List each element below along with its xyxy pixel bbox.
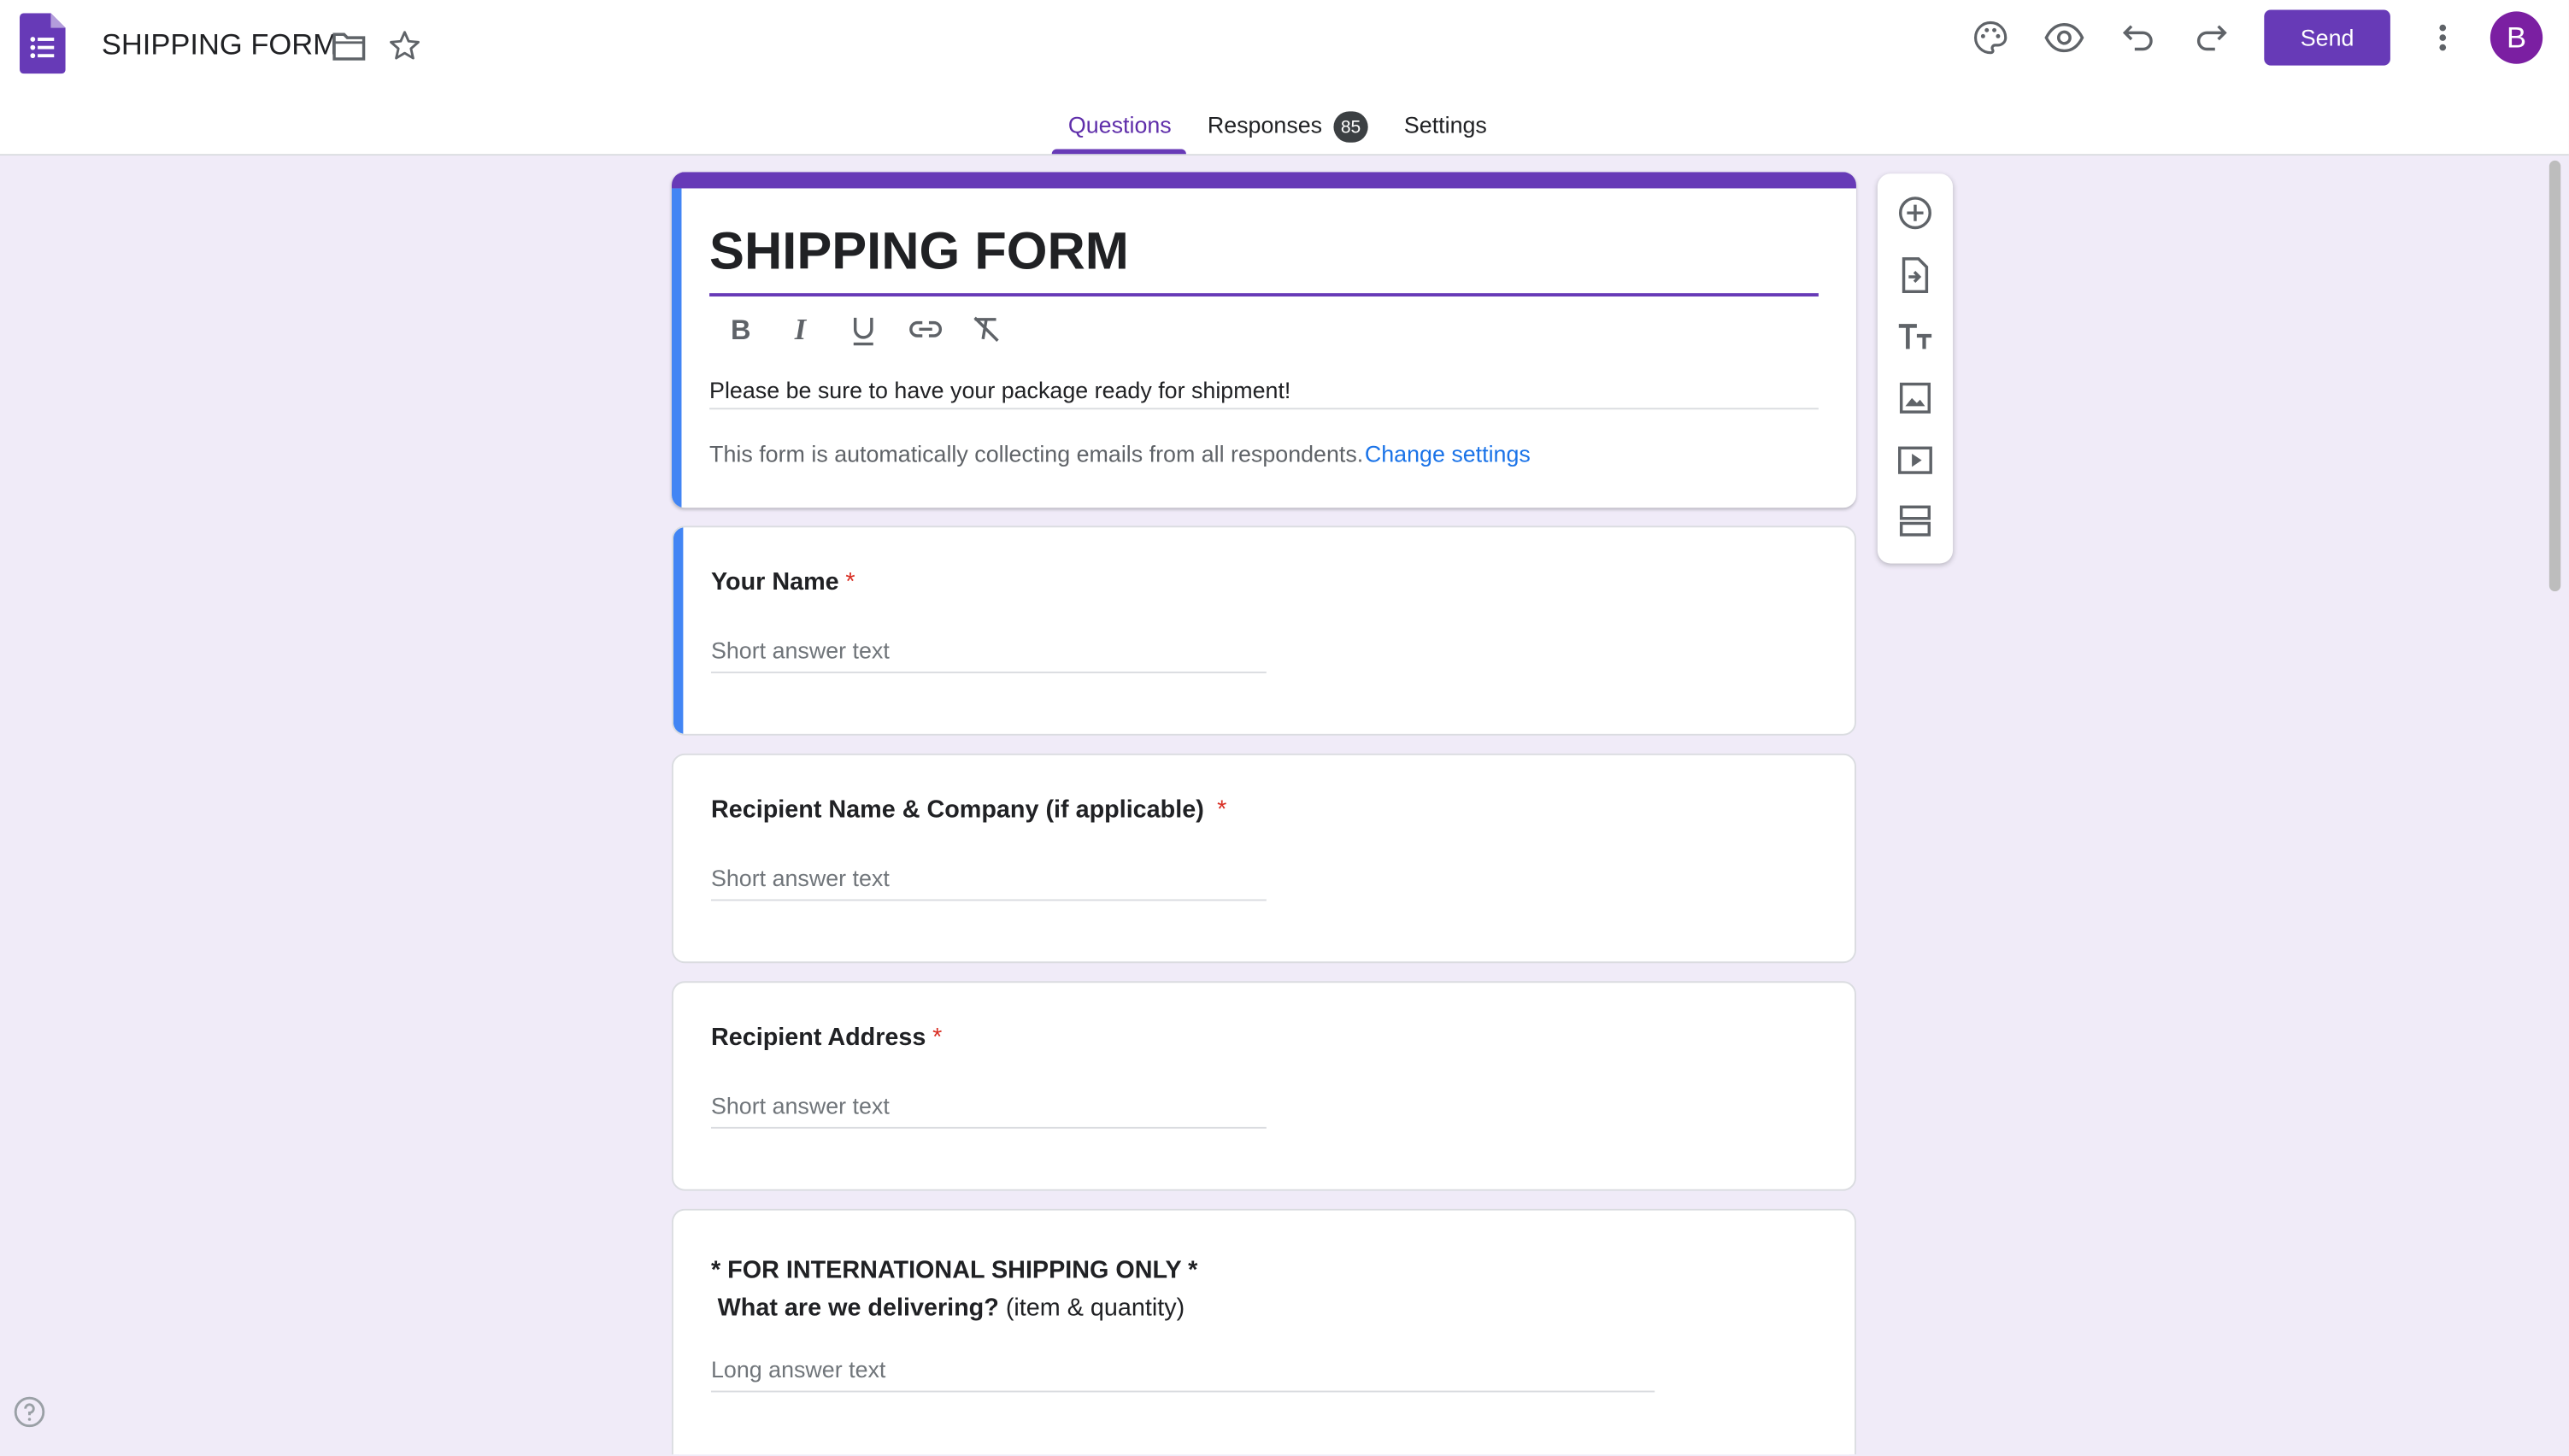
question-title[interactable]: * FOR INTERNATIONAL SHIPPING ONLY * What… xyxy=(711,1252,1197,1327)
question-card[interactable]: Recipient Name & Company (if applicable)… xyxy=(671,753,1856,964)
title-underline xyxy=(709,293,1819,296)
tab-settings[interactable]: Settings xyxy=(1404,111,1487,138)
required-asterisk: * xyxy=(1217,796,1227,825)
question-card[interactable]: * FOR INTERNATIONAL SHIPPING ONLY * What… xyxy=(671,1208,1856,1455)
answer-underline xyxy=(710,671,1267,673)
question-card[interactable]: Recipient Address * Short answer text xyxy=(671,981,1856,1191)
required-asterisk: * xyxy=(932,1024,943,1052)
star-icon[interactable] xyxy=(386,28,422,64)
preview-icon[interactable] xyxy=(2044,20,2084,56)
account-avatar[interactable]: B xyxy=(2490,11,2543,64)
question-card[interactable]: Your Name * Short answer text xyxy=(671,525,1856,736)
tab-responses[interactable]: Responses xyxy=(1208,111,1322,138)
question-title-line1: * FOR INTERNATIONAL SHIPPING ONLY * xyxy=(710,1256,1198,1284)
question-title-rest: (item & quantity) xyxy=(998,1294,1185,1323)
add-section-icon[interactable] xyxy=(1896,502,1935,541)
floating-toolbar xyxy=(1877,173,1954,564)
answer-underline xyxy=(710,1390,1655,1393)
question-title-text: Your Name xyxy=(710,568,839,596)
bold-icon[interactable]: B xyxy=(726,313,755,354)
add-title-icon[interactable] xyxy=(1896,318,1935,357)
description-underline xyxy=(709,408,1819,410)
question-title-text: Recipient Name & Company (if applicable) xyxy=(710,796,1204,825)
page-scrollbar[interactable] xyxy=(2548,160,2561,592)
more-vert-icon[interactable] xyxy=(2426,20,2459,56)
tab-questions[interactable]: Questions xyxy=(1068,111,1172,138)
answer-underline xyxy=(710,899,1267,901)
forms-logo-icon[interactable] xyxy=(20,13,66,74)
question-title-text: Recipient Address xyxy=(710,1024,926,1052)
answer-placeholder: Short answer text xyxy=(710,1092,890,1119)
import-questions-icon[interactable] xyxy=(1896,255,1935,295)
active-tab-indicator xyxy=(1051,149,1186,155)
svg-text:B: B xyxy=(731,314,751,345)
tab-bar: Questions Responses Settings xyxy=(0,102,2569,156)
send-button[interactable]: Send xyxy=(2264,9,2390,66)
responses-count-badge: 85 xyxy=(1333,111,1368,143)
card-accent-bar xyxy=(671,172,1856,189)
svg-text:I: I xyxy=(794,314,808,346)
clear-formatting-icon[interactable] xyxy=(970,313,1002,354)
form-title[interactable]: SHIPPING FORM xyxy=(709,221,1129,282)
add-image-icon[interactable] xyxy=(1896,379,1935,418)
palette-icon[interactable] xyxy=(1972,20,2008,56)
add-video-icon[interactable] xyxy=(1896,441,1935,480)
italic-icon[interactable]: I xyxy=(788,313,818,354)
answer-placeholder: Short answer text xyxy=(710,637,890,664)
app-header: SHIPPING FORM Send B Questions Responses… xyxy=(0,0,2569,156)
question-title[interactable]: Your Name * xyxy=(711,568,855,596)
question-title-bold: What are we delivering? xyxy=(717,1294,999,1323)
link-icon[interactable] xyxy=(908,313,944,354)
answer-underline xyxy=(710,1126,1267,1129)
selected-indicator xyxy=(671,188,682,508)
underline-icon[interactable] xyxy=(849,313,879,357)
add-question-icon[interactable] xyxy=(1896,193,1935,232)
answer-placeholder: Long answer text xyxy=(710,1356,886,1383)
undo-icon[interactable] xyxy=(2120,20,2156,56)
selected-indicator xyxy=(673,527,684,734)
answer-placeholder: Short answer text xyxy=(710,865,890,891)
question-title[interactable]: Recipient Name & Company (if applicable)… xyxy=(711,796,1226,825)
help-icon[interactable] xyxy=(13,1395,45,1428)
document-title[interactable]: SHIPPING FORM xyxy=(102,28,338,62)
email-collection-note: This form is automatically collecting em… xyxy=(709,440,1364,467)
form-description[interactable]: Please be sure to have your package read… xyxy=(709,377,1290,403)
question-title[interactable]: Recipient Address * xyxy=(711,1024,942,1052)
required-asterisk: * xyxy=(845,568,855,596)
form-header-card[interactable]: SHIPPING FORM B I Please be sure to have… xyxy=(671,172,1856,508)
redo-icon[interactable] xyxy=(2194,20,2230,56)
folder-icon[interactable] xyxy=(331,28,367,64)
change-settings-link[interactable]: Change settings xyxy=(1365,441,1531,467)
